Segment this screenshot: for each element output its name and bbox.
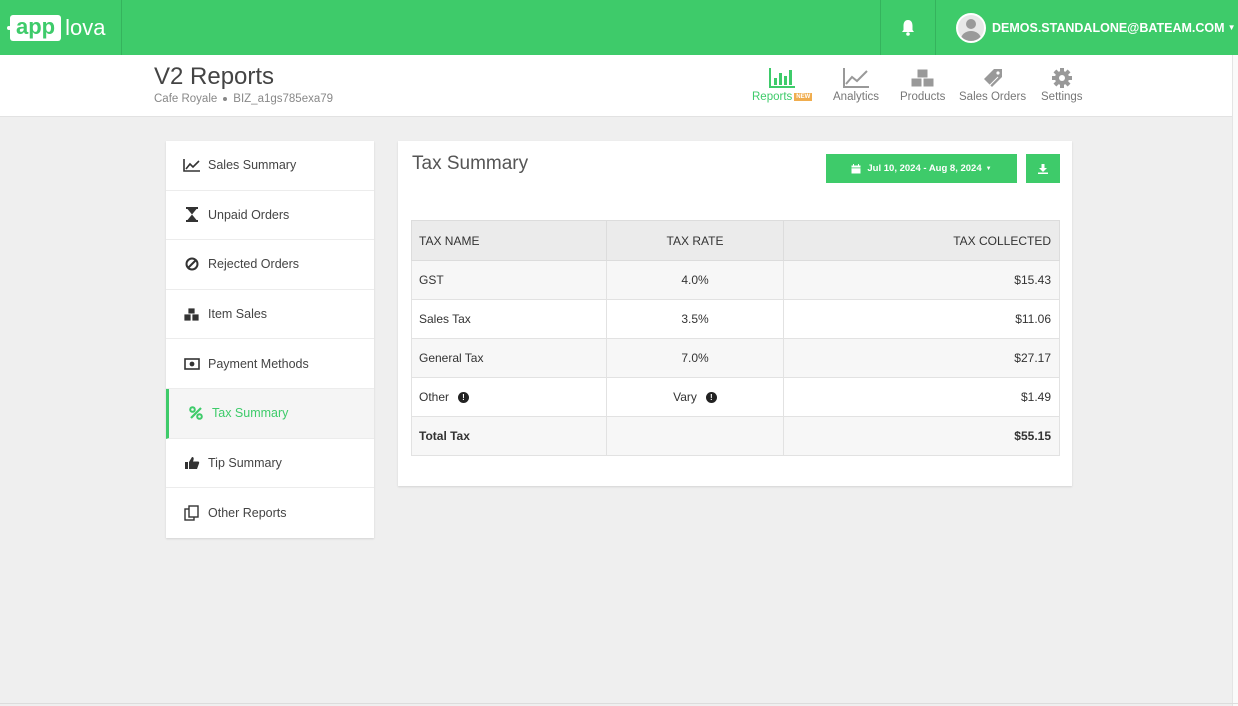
top-bar: app lova DEMOS.STANDALONE@BATEAM.COM ▼ (0, 0, 1238, 55)
cubes-icon (183, 307, 200, 321)
bar-chart-icon (769, 68, 796, 88)
percent-icon (189, 406, 203, 421)
tax-name-cell: General Tax (411, 338, 607, 378)
tax-name-cell: GST (411, 260, 607, 300)
avatar (956, 12, 986, 43)
logo-lova-text: lova (65, 14, 106, 40)
bottom-divider (0, 703, 1238, 704)
sidebar-item-label: Rejected Orders (208, 257, 300, 272)
sidebar-item-label: Unpaid Orders (208, 207, 290, 222)
sidebar-item-label: Sales Summary (208, 158, 297, 173)
business-id: BIZ_a1gs785exa79 (233, 93, 334, 105)
column-header-tax-name: TAX NAME (411, 220, 607, 261)
info-icon[interactable]: ! (458, 392, 470, 404)
reports-sidebar: Sales Summary Unpaid Orders Rejected Ord… (166, 141, 374, 538)
tax-rate-cell: Vary! (606, 377, 784, 417)
sidebar-item-label: Tip Summary (208, 455, 282, 470)
ban-icon (185, 257, 199, 271)
column-header-tax-collected: TAX COLLECTED (783, 220, 1060, 261)
business-info: Cafe Royale BIZ_a1gs785exa79 (154, 93, 333, 105)
table-row: General Tax 7.0% $27.17 (411, 338, 1060, 378)
sidebar-item-label: Payment Methods (208, 356, 309, 371)
separator-dot (223, 96, 228, 101)
tax-rate-cell: 3.5% (606, 299, 784, 339)
applova-logo[interactable]: app lova (0, 0, 122, 55)
nav-settings[interactable]: Settings (1041, 65, 1083, 103)
user-email: DEMOS.STANDALONE@BATEAM.COM (992, 20, 1225, 35)
sidebar-item-tax-summary[interactable]: Tax Summary (166, 388, 374, 439)
tax-collected-cell: $11.06 (783, 299, 1060, 339)
chevron-down-icon: ▼ (1227, 23, 1236, 32)
copy-icon (184, 505, 199, 521)
tax-name-cell: Other! (411, 377, 607, 417)
tax-collected-cell: $27.17 (783, 338, 1060, 378)
sidebar-item-label: Tax Summary (212, 406, 289, 421)
table-row: GST 4.0% $15.43 (411, 260, 1060, 300)
total-collected-cell: $55.15 (783, 416, 1060, 456)
page-title: V2 Reports (154, 63, 275, 90)
thumbs-up-icon (185, 456, 200, 469)
nav-reports-label: Reports (752, 91, 793, 103)
tax-summary-panel: Tax Summary Jul 10, 2024 - Aug 8, 2024 ▼… (398, 141, 1072, 486)
total-label-cell: Total Tax (411, 416, 607, 456)
tax-name-text: Other (419, 390, 450, 404)
nav-sales-orders[interactable]: Sales Orders (959, 65, 1026, 103)
gear-icon (1051, 68, 1072, 88)
tag-icon (983, 69, 1002, 88)
sidebar-item-tip-summary[interactable]: Tip Summary (166, 439, 374, 489)
line-chart-icon (843, 68, 870, 88)
info-icon[interactable]: ! (705, 392, 717, 404)
download-icon (1038, 163, 1048, 174)
sidebar-item-label: Item Sales (208, 307, 268, 322)
sidebar-item-other-reports[interactable]: Other Reports (166, 488, 374, 538)
tax-rate-cell: 4.0% (606, 260, 784, 300)
nav-analytics[interactable]: Analytics (833, 65, 879, 103)
sidebar-item-sales-summary[interactable]: Sales Summary (166, 141, 374, 191)
date-range-label: Jul 10, 2024 - Aug 8, 2024 (867, 163, 982, 174)
sidebar-item-label: Other Reports (208, 505, 287, 520)
money-icon (184, 357, 200, 370)
table-row: Sales Tax 3.5% $11.06 (411, 299, 1060, 339)
nav-analytics-label: Analytics (833, 91, 880, 103)
table-header-row: TAX NAME TAX RATE TAX COLLECTED (411, 220, 1060, 261)
total-rate-cell (606, 416, 784, 456)
chevron-down-icon: ▼ (985, 165, 992, 172)
tax-rate-cell: 7.0% (606, 338, 784, 378)
bell-icon (902, 20, 914, 36)
notifications-button[interactable] (880, 0, 936, 55)
download-button[interactable] (1026, 154, 1060, 183)
total-row: Total Tax $55.15 (411, 416, 1060, 456)
new-badge: NEW (794, 92, 813, 101)
tax-collected-cell: $15.43 (783, 260, 1060, 300)
nav-products-label: Products (900, 91, 946, 103)
panel-title: Tax Summary (412, 153, 529, 174)
nav-products[interactable]: Products (900, 65, 945, 103)
business-name: Cafe Royale (154, 93, 218, 105)
calendar-icon (851, 163, 861, 173)
logo-app-text: app (6, 14, 62, 41)
table-row: Other! Vary! $1.49 (411, 377, 1060, 417)
line-chart-icon (183, 159, 200, 173)
sidebar-item-unpaid-orders[interactable]: Unpaid Orders (166, 191, 374, 241)
cubes-icon (910, 68, 935, 88)
tax-collected-cell: $1.49 (783, 377, 1060, 417)
hourglass-icon (186, 207, 198, 223)
nav-reports[interactable]: Reports NEW (752, 65, 813, 103)
nav-settings-label: Settings (1041, 91, 1083, 103)
tax-name-cell: Sales Tax (411, 299, 607, 339)
tax-table: TAX NAME TAX RATE TAX COLLECTED GST 4.0%… (411, 220, 1060, 456)
scrollbar-track[interactable] (1232, 55, 1238, 706)
sidebar-item-rejected-orders[interactable]: Rejected Orders (166, 240, 374, 290)
tax-rate-text: Vary (673, 390, 697, 404)
page-header: V2 Reports Cafe Royale BIZ_a1gs785exa79 R… (0, 55, 1238, 117)
sidebar-item-payment-methods[interactable]: Payment Methods (166, 339, 374, 389)
user-menu[interactable]: DEMOS.STANDALONE@BATEAM.COM ▼ (956, 0, 1235, 55)
date-range-picker[interactable]: Jul 10, 2024 - Aug 8, 2024 ▼ (826, 154, 1017, 183)
sidebar-item-item-sales[interactable]: Item Sales (166, 290, 374, 340)
column-header-tax-rate: TAX RATE (606, 220, 784, 261)
nav-sales-orders-label: Sales Orders (959, 91, 1027, 103)
